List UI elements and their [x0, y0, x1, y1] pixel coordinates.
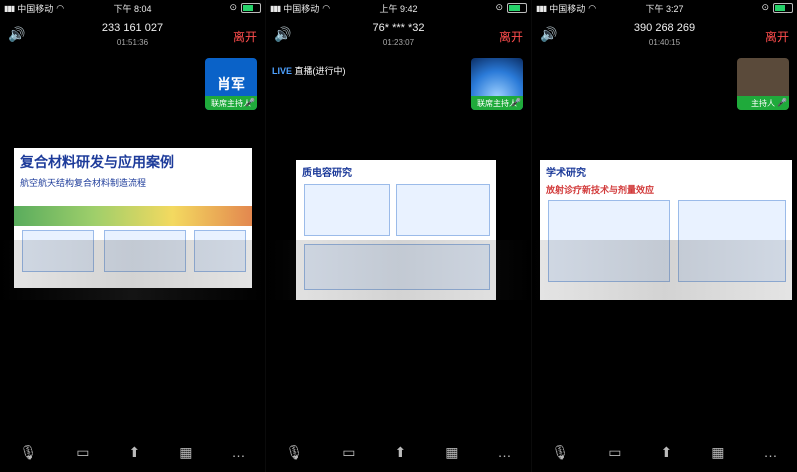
status-bar: ▮▮▮ 中国移动 ◠ 下午 8:04 ⊙	[0, 0, 265, 16]
video-button[interactable]: ▭	[76, 444, 89, 461]
bottom-toolbar: 🎙 ▭ ⬆ ▦ …	[266, 432, 531, 472]
speaker-icon[interactable]: 🔊	[274, 26, 291, 43]
slide-title: 质电容研究	[302, 168, 352, 179]
live-indicator: LIVE 直播(进行中)	[272, 64, 346, 77]
leave-button[interactable]: 离开	[765, 28, 789, 45]
share-button[interactable]: ⬆	[395, 444, 407, 461]
host-badge: 联席主持人 🎤	[471, 96, 523, 110]
mute-button[interactable]: 🎙	[552, 444, 570, 461]
meeting-panel-3: ▮▮▮ 中国移动 ◠ 下午 3:27 ⊙ 🔊 390 268 269 01:40…	[532, 0, 797, 472]
meeting-id[interactable]: 390 268 269	[634, 22, 695, 34]
lock-rotation-icon: ⊙	[495, 2, 503, 12]
chat-icon: ▦	[179, 443, 193, 460]
clock: 下午 3:27	[645, 4, 684, 14]
clock: 上午 9:42	[379, 4, 418, 14]
lock-rotation-icon: ⊙	[229, 2, 237, 12]
meeting-duration: 01:40:15	[648, 38, 681, 47]
share-icon: ⬆	[660, 443, 673, 460]
bottom-toolbar: 🎙 ▭ ⬆ ▦ …	[0, 432, 265, 472]
meeting-panel-1: ▮▮▮ 中国移动 ◠ 下午 8:04 ⊙ 🔊 233 161 027 01:51…	[0, 0, 266, 472]
battery-icon	[773, 2, 793, 13]
process-band	[14, 206, 252, 226]
more-icon: …	[497, 444, 512, 460]
more-icon: …	[231, 444, 246, 460]
meeting-panel-2: ▮▮▮ 中国移动 ◠ 上午 9:42 ⊙ 🔊 76* *** *32 01:23…	[266, 0, 532, 472]
meeting-duration: 01:23:07	[382, 38, 415, 47]
clock: 下午 8:04	[113, 4, 152, 14]
video-overlay	[266, 240, 531, 300]
mic-icon: 🎤	[511, 98, 521, 107]
mute-button[interactable]: 🎙	[20, 444, 38, 461]
diagram-block	[304, 184, 390, 236]
mic-off-icon: 🎙	[19, 443, 38, 460]
host-badge: 主持人 🎤	[737, 96, 789, 110]
signal-icon: ▮▮▮	[536, 4, 547, 13]
meeting-duration: 01:51:36	[116, 38, 149, 47]
more-button[interactable]: …	[497, 444, 511, 460]
slide-subtitle: 放射诊疗新技术与剂量效应	[546, 185, 655, 195]
more-icon: …	[763, 444, 778, 460]
slide-subtitle: 航空航天结构复合材料制造流程	[20, 178, 147, 188]
bottom-toolbar: 🎙 ▭ ⬆ ▦ …	[532, 432, 797, 472]
more-button[interactable]: …	[763, 444, 777, 460]
video-overlay	[0, 240, 265, 300]
video-off-icon: ▭	[76, 443, 90, 460]
share-icon: ⬆	[394, 443, 407, 460]
chat-button[interactable]: ▦	[711, 444, 724, 461]
slide-title: 复合材料研发与应用案例	[20, 154, 174, 170]
chat-icon: ▦	[445, 443, 459, 460]
lock-rotation-icon: ⊙	[761, 2, 769, 12]
wifi-icon: ◠	[56, 3, 65, 13]
video-overlay	[532, 240, 797, 300]
leave-button[interactable]: 离开	[499, 28, 523, 45]
share-button[interactable]: ⬆	[129, 444, 141, 461]
battery-icon	[241, 2, 261, 13]
wifi-icon: ◠	[588, 3, 597, 13]
carrier-label: 中国移动	[549, 4, 586, 14]
mic-off-icon: 🎙	[285, 443, 304, 460]
speaker-icon[interactable]: 🔊	[8, 26, 25, 43]
wifi-icon: ◠	[322, 3, 331, 13]
status-bar: ▮▮▮ 中国移动 ◠ 下午 3:27 ⊙	[532, 0, 797, 16]
host-badge: 联席主持人 🎤	[205, 96, 257, 110]
chat-icon: ▦	[711, 443, 725, 460]
chat-button[interactable]: ▦	[445, 444, 458, 461]
diagram-block	[396, 184, 490, 236]
mute-button[interactable]: 🎙	[286, 444, 304, 461]
video-button[interactable]: ▭	[608, 444, 621, 461]
battery-icon	[507, 2, 527, 13]
signal-icon: ▮▮▮	[4, 4, 15, 13]
signal-icon: ▮▮▮	[270, 4, 281, 13]
avatar-name: 肖军	[217, 76, 245, 92]
mic-off-icon: 🎙	[551, 443, 570, 460]
meeting-id[interactable]: 233 161 027	[102, 22, 163, 34]
leave-button[interactable]: 离开	[233, 28, 257, 45]
mic-icon: 🎤	[245, 98, 255, 107]
meeting-id[interactable]: 76* *** *32	[373, 22, 425, 34]
video-off-icon: ▭	[608, 443, 622, 460]
video-off-icon: ▭	[342, 443, 356, 460]
carrier-label: 中国移动	[283, 4, 320, 14]
live-text: 直播(进行中)	[294, 66, 346, 76]
more-button[interactable]: …	[231, 444, 245, 460]
live-badge: LIVE	[272, 66, 293, 76]
share-button[interactable]: ⬆	[661, 444, 673, 461]
slide-title: 学术研究	[546, 168, 586, 179]
mic-icon: 🎤	[777, 98, 787, 107]
carrier-label: 中国移动	[17, 4, 54, 14]
host-label: 主持人	[751, 98, 775, 108]
share-icon: ⬆	[128, 443, 141, 460]
speaker-icon[interactable]: 🔊	[540, 26, 557, 43]
video-button[interactable]: ▭	[342, 444, 355, 461]
status-bar: ▮▮▮ 中国移动 ◠ 上午 9:42 ⊙	[266, 0, 531, 16]
chat-button[interactable]: ▦	[179, 444, 192, 461]
